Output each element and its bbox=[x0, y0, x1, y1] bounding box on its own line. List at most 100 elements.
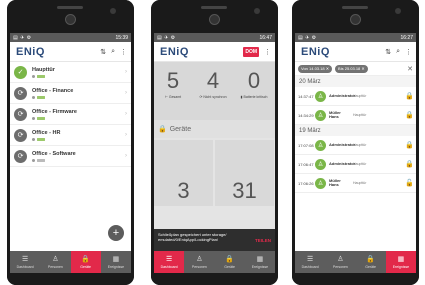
phone-events: ▤ ✈ ⚙ 16:27 ENiQ ⇅ ⌕ ⋮ Von 14.03.18 ✕ Bi… bbox=[292, 0, 419, 285]
user-avatar-icon: ♙ bbox=[315, 109, 326, 121]
stat-label: ⟳ Nicht synchron bbox=[199, 95, 227, 99]
sensor bbox=[254, 8, 260, 14]
nav-personen-icon: ♙ bbox=[196, 255, 203, 263]
snackbar-text: Schließplan gespeichert unter storage/ e… bbox=[158, 232, 227, 242]
bottom-nav: ☰ Dashboard ♙ Personen 🔒 Geräte ▦ Ereignisse bbox=[10, 251, 131, 273]
section-header-devices: 🔒 Geräte bbox=[154, 120, 275, 138]
stat-label: ▮ Batterie kritisch bbox=[240, 95, 268, 99]
stat-battery-critical[interactable]: 0 ▮ Batterie kritisch bbox=[235, 68, 273, 99]
event-door: Haupttür bbox=[353, 113, 367, 117]
app-bar: ENiQ ⇅ ⌕ ⋮ bbox=[10, 42, 131, 62]
tile-left[interactable]: 3 bbox=[154, 140, 213, 206]
nav-item-ereignisse[interactable]: ▦ Ereignisse bbox=[245, 251, 275, 273]
nav-label: Ereignisse bbox=[107, 264, 125, 269]
status-bar: ▤ ✈ ⚙ 16:27 bbox=[295, 33, 416, 42]
app-bar: ENiQ ⇅ ⌕ ⋮ bbox=[295, 42, 416, 62]
device-text: Office - HR bbox=[32, 130, 125, 141]
filter-chip-from[interactable]: Von 14.03.18 ✕ bbox=[298, 64, 333, 73]
event-door: Haupttür bbox=[353, 181, 367, 185]
snackbar: Schließplan gespeichert unter storage/ e… bbox=[154, 229, 275, 251]
device-name: Office - Finance bbox=[32, 87, 74, 94]
nav-item-personen[interactable]: ♙ Personen bbox=[40, 251, 70, 273]
status-time: 16:47 bbox=[259, 34, 272, 41]
event-user: Administrator bbox=[329, 160, 356, 166]
device-row[interactable]: ⟳ Office - Software › bbox=[10, 146, 131, 167]
nav-item-ereignisse[interactable]: ▦ Ereignisse bbox=[101, 251, 131, 273]
event-row[interactable]: 17:06:47 ♙ Administrator Haupttür 🔒 bbox=[295, 155, 416, 174]
user-avatar-icon: ♙ bbox=[315, 177, 326, 189]
nav-label: Ereignisse bbox=[251, 264, 269, 269]
date-filter-bar: Von 14.03.18 ✕ Bis 25.03.18 ✕ ✕ bbox=[295, 62, 416, 76]
sensor bbox=[110, 8, 116, 14]
stat-total[interactable]: 5 ⊢ Gesamt bbox=[154, 68, 192, 99]
filter-chip-to[interactable]: Bis 25.03.18 ✕ bbox=[335, 64, 368, 73]
sort-icon[interactable]: ⇅ bbox=[385, 48, 391, 56]
nav-label: Personen bbox=[191, 264, 207, 269]
device-status-icons bbox=[32, 95, 125, 99]
event-door: Haupttür bbox=[353, 94, 367, 98]
nav-item-ger-te[interactable]: 🔒 Geräte bbox=[70, 251, 101, 273]
sort-icon[interactable]: ⇅ bbox=[100, 48, 106, 56]
search-icon[interactable]: ⌕ bbox=[111, 48, 115, 56]
add-device-button[interactable]: + bbox=[108, 225, 124, 241]
tile-right[interactable]: 31 bbox=[215, 140, 274, 206]
nav-item-dashboard[interactable]: ☰ Dashboard bbox=[295, 251, 325, 273]
nav-item-ger-te[interactable]: 🔒 Geräte bbox=[356, 251, 386, 273]
nav-item-personen[interactable]: ♙ Personen bbox=[184, 251, 214, 273]
status-time: 15:39 bbox=[115, 34, 128, 41]
snackbar-share-button[interactable]: TEILEN bbox=[255, 238, 271, 243]
battery-icon bbox=[37, 95, 45, 99]
event-row[interactable]: 14:37:47 ♙ Administrator Haupttür 🔒 bbox=[295, 87, 416, 106]
phone-top-bezel bbox=[7, 0, 134, 33]
nav-dashboard-icon: ☰ bbox=[165, 255, 173, 263]
app-bar-actions: ⇅ ⌕ ⋮ bbox=[100, 48, 127, 56]
sync-icon: ⟳ bbox=[14, 149, 27, 163]
chevron-right-icon: › bbox=[125, 153, 127, 159]
search-icon[interactable]: ⌕ bbox=[396, 48, 400, 56]
event-time: 17:06:26 bbox=[298, 180, 314, 186]
device-row[interactable]: ⟳ Office - Finance › bbox=[10, 83, 131, 104]
phone-top-bezel bbox=[292, 0, 419, 33]
more-icon[interactable]: ⋮ bbox=[264, 48, 271, 56]
nav-label: Geräte bbox=[80, 264, 91, 269]
stat-label: ⊢ Gesamt bbox=[164, 95, 182, 99]
nav-item-dashboard[interactable]: ☰ Dashboard bbox=[10, 251, 40, 273]
device-row[interactable]: ⟳ Office - Firmware › bbox=[10, 104, 131, 125]
date-header: 19 März bbox=[295, 125, 416, 136]
more-icon[interactable]: ⋮ bbox=[120, 48, 127, 56]
check-icon: ✓ bbox=[14, 65, 27, 79]
nav-ger-te-icon: 🔒 bbox=[81, 255, 90, 263]
date-header: 20 März bbox=[295, 76, 416, 87]
event-row[interactable]: 17:07:08 ♙ Administrator Haupttür 🔒 bbox=[295, 136, 416, 155]
device-name: Office - Software bbox=[32, 150, 76, 157]
app-bar-actions: DOM ⋮ bbox=[243, 46, 271, 57]
device-text: Office - Firmware bbox=[32, 109, 125, 120]
speaker bbox=[201, 6, 227, 9]
device-list: ✓ Haupttür › ⟳ Office - Finance › ⟳ Office - Fi… bbox=[10, 62, 131, 167]
stat-value: 5 bbox=[166, 68, 180, 93]
nav-ereignisse-icon: ▦ bbox=[256, 255, 264, 263]
phone-bottom-bezel bbox=[292, 273, 419, 285]
phone-top-bezel bbox=[151, 0, 278, 33]
nav-personen-icon: ♙ bbox=[52, 255, 59, 263]
stat-not-synced[interactable]: 4 ⟳ Nicht synchron bbox=[194, 68, 232, 99]
nav-label: Dashboard bbox=[160, 264, 178, 269]
event-row[interactable]: 14:34:29 ♙ Müller Hans Haupttür 🔒 bbox=[295, 106, 416, 125]
sync-icon: ⟳ bbox=[14, 107, 27, 121]
app-bar-actions: ⇅ ⌕ ⋮ bbox=[385, 48, 412, 56]
device-row[interactable]: ✓ Haupttür › bbox=[10, 62, 131, 83]
radio-icon bbox=[32, 74, 35, 78]
app-logo: ENiQ bbox=[160, 45, 189, 58]
nav-ger-te-icon: 🔒 bbox=[225, 255, 234, 263]
clear-filter-icon[interactable]: ✕ bbox=[407, 65, 413, 73]
nav-item-ereignisse[interactable]: ▦ Ereignisse bbox=[385, 251, 416, 273]
status-left-icons: ▤ ✈ ⚙ bbox=[157, 34, 176, 41]
dom-badge[interactable]: DOM bbox=[243, 46, 259, 57]
more-icon[interactable]: ⋮ bbox=[405, 48, 412, 56]
nav-item-ger-te[interactable]: 🔒 Geräte bbox=[215, 251, 245, 273]
nav-label: Geräte bbox=[224, 264, 235, 269]
event-row[interactable]: 17:06:26 ♙ Müller Hans Haupttür 🔓 bbox=[295, 174, 416, 193]
device-row[interactable]: ⟳ Office - HR › bbox=[10, 125, 131, 146]
nav-item-dashboard[interactable]: ☰ Dashboard bbox=[154, 251, 185, 273]
nav-item-personen[interactable]: ♙ Personen bbox=[325, 251, 355, 273]
